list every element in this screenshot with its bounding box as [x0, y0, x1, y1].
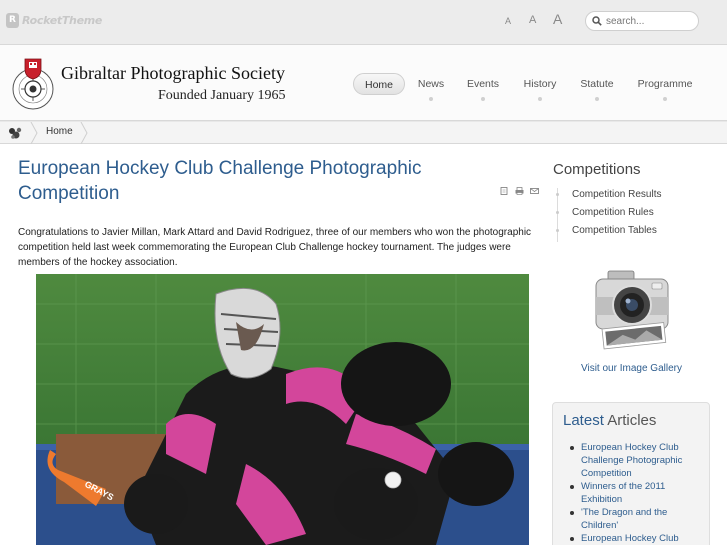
latest-article-link[interactable]: European Hockey Club Challenge Photograp… [569, 441, 703, 480]
nav-news[interactable]: News [411, 73, 451, 101]
latest-articles-box: Latest Articles European Hockey Club Cha… [552, 402, 710, 545]
latest-articles-list: European Hockey Club Challenge Photograp… [569, 441, 703, 545]
search-box[interactable] [585, 11, 699, 31]
rockettheme-mark-icon: R [6, 13, 19, 28]
camera-gallery-icon[interactable] [594, 269, 670, 353]
competitions-menu: Competition Results Competition Rules Co… [556, 188, 717, 242]
rockettheme-brand: RocketTheme [22, 14, 103, 27]
breadcrumb-separator [80, 122, 88, 144]
nav-events[interactable]: Events [461, 73, 505, 101]
nav-dot [429, 97, 433, 101]
latest-article-link[interactable]: European Hockey Club [569, 532, 703, 545]
site-title[interactable]: Gibraltar Photographic Society [61, 63, 285, 84]
nav-programme-label: Programme [637, 78, 693, 90]
hockey-goalkeeper-photo: GRAYS [36, 274, 529, 545]
nav-events-label: Events [466, 78, 500, 90]
nav-dot [538, 97, 542, 101]
search-icon [592, 16, 602, 26]
breadcrumb: Home [0, 122, 727, 144]
nav-dot [663, 97, 667, 101]
font-size-large-button[interactable]: A [553, 11, 562, 27]
article-tools [500, 180, 539, 195]
nav-news-label: News [417, 78, 445, 90]
latest-article-link[interactable]: 'The Dragon and the Children' [569, 506, 703, 532]
nav-statute[interactable]: Statute [575, 73, 619, 101]
latest-articles-title: Latest Articles [563, 412, 656, 429]
competition-rules-link[interactable]: Competition Rules [556, 206, 717, 224]
nav-home-label: Home [364, 79, 393, 91]
nav-statute-label: Statute [580, 78, 614, 90]
society-seal-logo[interactable] [11, 57, 55, 111]
latest-article-link[interactable]: Winners of the 2011 Exhibition [569, 480, 703, 506]
nav-programme[interactable]: Programme [635, 73, 695, 101]
breadcrumb-home-icon[interactable] [4, 125, 30, 141]
breadcrumb-separator [30, 122, 38, 144]
site-subtitle: Founded January 1965 [158, 88, 286, 103]
breadcrumb-home-link[interactable]: Home [46, 126, 73, 137]
site-header: Gibraltar Photographic Society Founded J… [0, 44, 727, 121]
pdf-icon[interactable] [500, 180, 509, 195]
latest-title-highlight: Latest [563, 412, 604, 429]
font-size-medium-button[interactable]: A [529, 14, 536, 26]
main-content: European Hockey Club Challenge Photograp… [0, 144, 727, 545]
competitions-title: Competitions [553, 161, 641, 178]
competition-tables-link[interactable]: Competition Tables [556, 224, 717, 242]
nav-home[interactable]: Home [353, 73, 405, 95]
article-title[interactable]: European Hockey Club Challenge Photograp… [18, 156, 478, 206]
nav-history[interactable]: History [517, 73, 563, 101]
email-icon[interactable] [530, 180, 539, 194]
competition-results-link[interactable]: Competition Results [556, 188, 717, 206]
rockettheme-logo[interactable]: R RocketTheme [6, 13, 102, 28]
top-bar: R RocketTheme A A A [0, 0, 727, 44]
latest-title-rest: Articles [607, 412, 657, 429]
article-body: Congratulations to Javier Millan, Mark A… [18, 227, 532, 268]
print-icon[interactable] [515, 180, 524, 195]
font-size-small-button[interactable]: A [505, 16, 511, 26]
nav-dot [595, 97, 599, 101]
nav-history-label: History [523, 78, 557, 90]
image-gallery-link[interactable]: Visit our Image Gallery [581, 363, 682, 374]
nav-dot [481, 97, 485, 101]
search-input[interactable] [606, 15, 690, 27]
